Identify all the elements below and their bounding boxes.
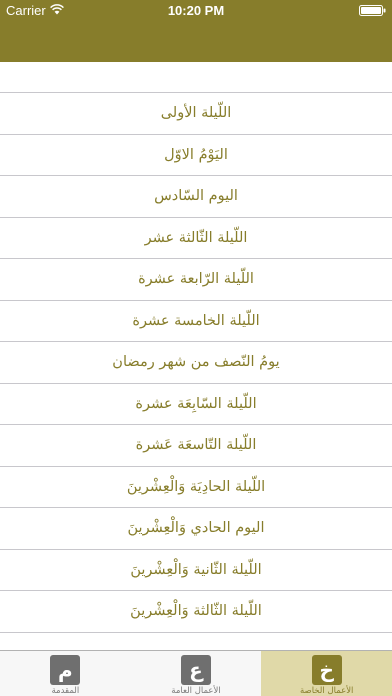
- tab-label: المقدمة: [51, 686, 80, 696]
- list-item-label: اليوم السّادس: [154, 188, 238, 205]
- tab-general-deeds[interactable]: ع الأعمال العامة: [131, 651, 262, 696]
- list-item[interactable]: اللّيلة الأولى: [0, 93, 392, 135]
- list-item[interactable]: اللّيلة الثّالثة وَالْعِشْرينَ: [0, 591, 392, 633]
- list-item[interactable]: اليوم السّادس: [0, 176, 392, 218]
- letter-ain-icon: ع: [181, 655, 211, 685]
- status-time: 10:20 PM: [167, 3, 225, 18]
- list-item[interactable]: اليَوْمُ الاوّل: [0, 135, 392, 176]
- list-item-label: اللّيلة الحادِيَة وَالْعِشْرينَ: [126, 478, 266, 495]
- list-item[interactable]: اللّيلة السّابِعَة عشرة: [0, 384, 392, 425]
- navigation-bar: Carrier 10:20 PM: [0, 0, 392, 62]
- list-item-label: اللّيلة الأولى: [160, 105, 232, 122]
- tab-label: الأعمال الخاصة: [299, 686, 354, 696]
- tab-bar: م المقدمة ع الأعمال العامة خ الأعمال الخ…: [0, 650, 392, 696]
- letter-kha-icon: خ: [311, 655, 342, 685]
- list-item[interactable]: يومُ النّصف من شهر رمضان: [0, 342, 392, 384]
- list-item-label: يومُ النّصف من شهر رمضان: [112, 354, 280, 371]
- list-item-label: اليَوْمُ الاوّل: [164, 146, 228, 163]
- list-item-label: اللّيلة التّاسعَة عَشرة: [135, 437, 257, 454]
- list-item-label: اللّيلة الثّالثة وَالْعِشْرينَ: [130, 603, 262, 620]
- list-item[interactable]: اللّيلة الثّانية وَالْعِشْرينَ: [0, 550, 392, 591]
- tab-introduction[interactable]: م المقدمة: [0, 651, 131, 696]
- list-item[interactable]: اللّيلة الرّابعة عشرة: [0, 259, 392, 301]
- list-item-label: اللّيلة الثّانية وَالْعِشْرينَ: [130, 561, 262, 578]
- letter-meem-icon: م: [50, 655, 81, 685]
- list-item-label: اللّيلة الثّالثة عشر: [144, 229, 248, 246]
- tab-label: الأعمال العامة: [171, 686, 221, 696]
- list-item[interactable]: اليوم الحادي وَالْعِشْرينَ: [0, 508, 392, 550]
- list-item-label: اللّيلة الخامسة عشرة: [132, 312, 260, 329]
- list-item[interactable]: اللّيلة الثّالثة عشر: [0, 218, 392, 259]
- list-item[interactable]: اللّيلة الخامسة عشرة: [0, 301, 392, 342]
- tab-special-deeds[interactable]: خ الأعمال الخاصة: [261, 651, 392, 696]
- battery-icon: [359, 5, 386, 16]
- list-item[interactable]: اللّيلة التّاسعَة عَشرة: [0, 425, 392, 467]
- list-item-label: اللّيلة الرّابعة عشرة: [138, 271, 254, 288]
- status-bar: Carrier 10:20 PM: [0, 0, 392, 20]
- nights-list: اللّيلة الأولى اليَوْمُ الاوّل اليوم الس…: [0, 92, 392, 650]
- list-item-label: اليوم الحادي وَالْعِشْرينَ: [127, 520, 265, 537]
- list-item[interactable]: اللّيلة الحادِيَة وَالْعِشْرينَ: [0, 467, 392, 508]
- list-item-label: اللّيلة السّابِعَة عشرة: [135, 395, 257, 412]
